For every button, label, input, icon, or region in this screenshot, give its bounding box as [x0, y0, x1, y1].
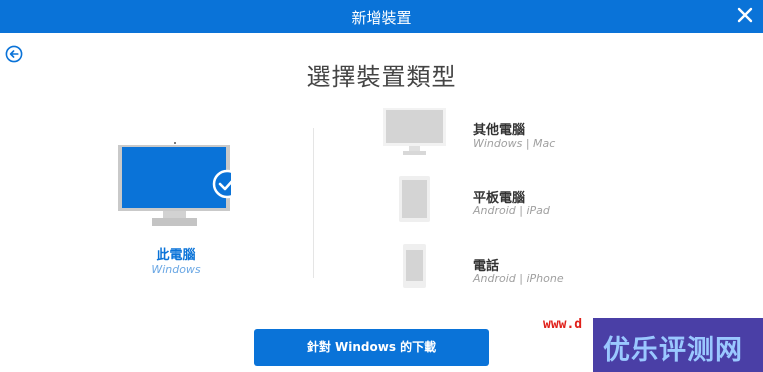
- option-subtitle-phone: Android | iPhone: [473, 272, 564, 285]
- watermark-text: 优乐评测网: [603, 335, 743, 366]
- option-name-other-pc: 其他電腦: [473, 123, 526, 138]
- title-bar: 新增裝置: [0, 0, 763, 33]
- download-windows-button[interactable]: 針對 Windows 的下載: [254, 329, 489, 366]
- option-subtitle-other-pc: Windows | Mac: [473, 137, 556, 150]
- option-subtitle-tablet: Android | iPad: [473, 204, 550, 217]
- page-heading: 選擇裝置類型: [306, 63, 457, 91]
- close-icon[interactable]: [735, 5, 755, 25]
- selected-device-subtitle: Windows: [151, 263, 201, 276]
- watermark-url: www.d: [543, 317, 583, 332]
- monitor-icon: [383, 108, 446, 155]
- monitor-selected-icon: [118, 142, 231, 226]
- divider: [313, 128, 314, 278]
- window-title: 新增裝置: [351, 9, 412, 27]
- selected-device-name: 此電腦: [156, 248, 196, 263]
- tablet-icon: [399, 176, 430, 222]
- phone-icon: [403, 244, 426, 288]
